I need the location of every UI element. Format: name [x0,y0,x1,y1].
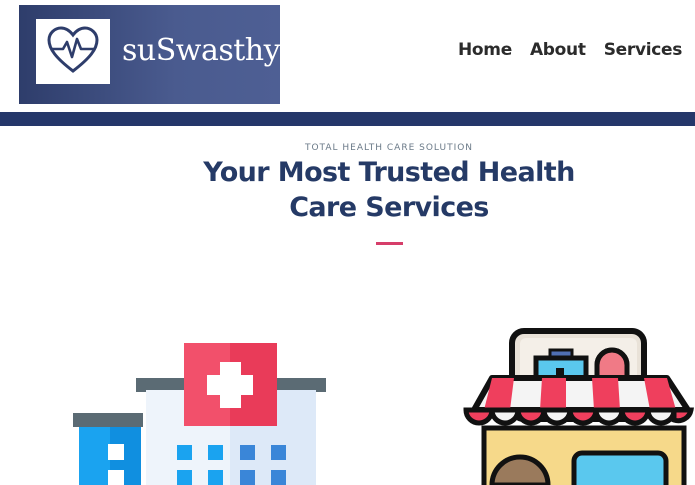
hero-eyebrow: TOTAL HEALTH CARE SOLUTION [304,143,474,153]
pharmacy-illustration [463,328,694,485]
nav-about[interactable]: About [530,40,586,60]
hero-title: Your Most Trusted Health Care Services [0,155,695,225]
heart-pulse-icon [47,26,99,73]
site-header: suSwasthya HomeAboutServicesC [0,0,695,112]
main-nav: HomeAboutServicesC [458,40,695,60]
nav-services[interactable]: Services [604,40,683,60]
title-underline [376,242,403,245]
header-band [0,112,695,126]
logo[interactable]: suSwasthya [19,5,298,104]
hero-title-line1: Your Most Trusted Health [203,157,575,188]
hospital-illustration [73,343,326,485]
hero-title-line2: Care Services [289,192,489,223]
brand-name: suSwasthya [122,33,298,68]
nav-home[interactable]: Home [458,40,512,60]
logo-icon-tile [36,19,110,84]
